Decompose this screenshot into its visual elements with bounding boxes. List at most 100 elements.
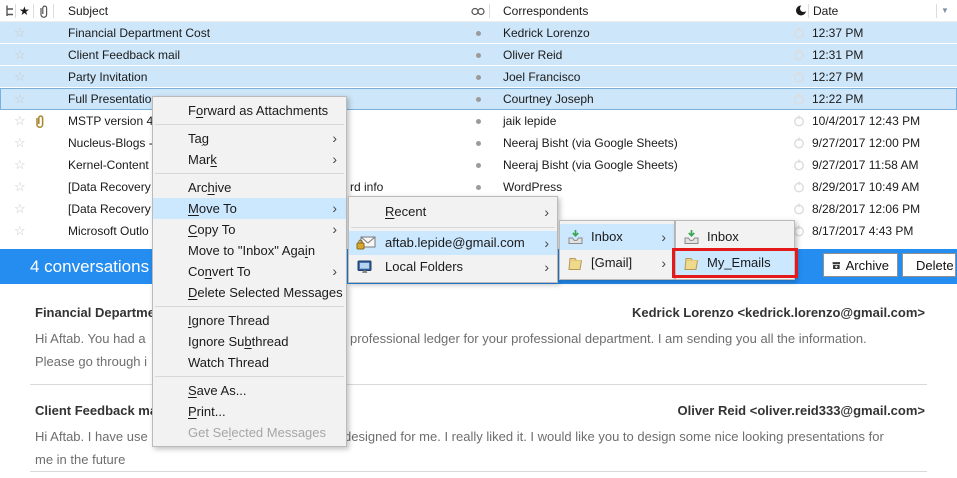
message-correspondent: WordPress: [503, 180, 563, 194]
star-column-icon[interactable]: ★: [19, 0, 30, 22]
menu-item-ignore-thread[interactable]: Ignore Thread: [153, 310, 346, 331]
message-date: 10/4/2017 12:43 PM: [812, 114, 921, 128]
submenu-item-inbox[interactable]: Inbox ›: [560, 224, 674, 250]
menu-item-label: Delete Selected Messages: [188, 285, 343, 300]
star-icon[interactable]: ☆: [14, 22, 26, 44]
menu-item-label: Archive: [188, 180, 232, 195]
menu-item-tag[interactable]: Tag ›: [153, 128, 346, 149]
menu-item-delete-selected-messages[interactable]: Delete Selected Messages: [153, 282, 346, 303]
menu-separator: [351, 227, 555, 228]
attachment-column-icon[interactable]: [37, 4, 50, 19]
message-date: 9/27/2017 11:58 AM: [812, 158, 919, 172]
archive-button[interactable]: Archive: [823, 253, 898, 277]
read-column-icon[interactable]: [795, 4, 808, 17]
submenu-item-local-folders[interactable]: Local Folders ›: [349, 255, 557, 279]
menu-item-forward-as-attachments[interactable]: Forward as Attachments: [153, 100, 346, 121]
message-row-focused[interactable]: ☆ Full Presentation Courtney Joseph 12:2…: [0, 88, 957, 110]
message-row[interactable]: ☆ [Data Recovery rd info WordPress 8/29/…: [0, 176, 957, 198]
snooze-clock-icon: [793, 137, 805, 149]
submenu-arrow-icon: ›: [332, 263, 337, 279]
inbox-folder-icon: [684, 230, 699, 244]
subject-column-header[interactable]: Subject: [68, 0, 108, 22]
context-menu: Forward as Attachments Tag › Mark › Archiv…: [152, 96, 347, 447]
star-icon[interactable]: ☆: [14, 88, 26, 110]
date-column-header[interactable]: Date: [813, 0, 838, 22]
message-subject: MSTP version 4: [68, 114, 154, 128]
submenu-arrow-icon: ›: [544, 204, 549, 220]
message-row[interactable]: ☆ Financial Department Cost Kedrick Lore…: [0, 22, 957, 44]
menu-item-copy-to[interactable]: Copy To ›: [153, 219, 346, 240]
message-subject: [Data Recovery: [68, 180, 151, 194]
preview-sender: Kedrick Lorenzo <kedrick.lorenzo@gmail.c…: [632, 305, 925, 320]
preview-title[interactable]: Client Feedback mail: [35, 403, 164, 418]
correspondents-column-header[interactable]: Correspondents: [503, 0, 588, 22]
preview-body: Hi Aftab. You had a: [35, 331, 146, 346]
message-row[interactable]: ☆ Client Feedback mail Oliver Reid 12:31…: [0, 44, 957, 66]
correspondent-dot-icon: [476, 163, 481, 168]
menu-item-archive[interactable]: Archive: [153, 177, 346, 198]
message-subject: [Data Recovery: [68, 202, 151, 216]
menu-item-move-to-inbox-again[interactable]: Move to "Inbox" Again: [153, 240, 346, 261]
star-icon[interactable]: ☆: [14, 132, 26, 154]
sort-descending-icon[interactable]: ▼: [941, 0, 949, 22]
correspondent-dot-icon: [476, 119, 481, 124]
menu-item-label: Move to "Inbox" Again: [188, 243, 316, 258]
message-row[interactable]: ☆ Party Invitation Joel Francisco 12:27 …: [0, 66, 957, 88]
star-icon[interactable]: ☆: [14, 44, 26, 66]
message-row[interactable]: ☆ Nucleus-Blogs - Neeraj Bisht (via Goog…: [0, 132, 957, 154]
correspondent-dot-icon: [476, 75, 481, 80]
submenu-item-label: Recent: [385, 204, 427, 219]
submenu-item-gmail-account[interactable]: aftab.lepide@gmail.com ›: [349, 231, 557, 255]
message-list-header: ★ Subject Correspondents Date ▼: [0, 0, 957, 22]
correspondent-dot-icon: [476, 185, 481, 190]
star-icon[interactable]: ☆: [14, 110, 26, 132]
message-row[interactable]: ☆ Kernel-Content Neeraj Bisht (via Googl…: [0, 154, 957, 176]
menu-item-move-to[interactable]: Move To ›: [153, 198, 346, 219]
preview-body: professional ledger for your professiona…: [350, 331, 867, 346]
menu-item-print[interactable]: Print...: [153, 401, 346, 422]
message-subject: Full Presentation: [68, 92, 159, 106]
correspondents-column-icon[interactable]: [471, 7, 486, 16]
menu-item-watch-thread[interactable]: Watch Thread: [153, 352, 346, 373]
submenu-item-gmail-folder[interactable]: [Gmail] ›: [560, 250, 674, 276]
menu-item-save-as[interactable]: Save As...: [153, 380, 346, 401]
menu-item-label: Convert To: [188, 264, 251, 279]
menu-item-ignore-subthread[interactable]: Ignore Subthread: [153, 331, 346, 352]
archive-icon: [832, 261, 841, 269]
submenu-item-my-emails[interactable]: My_Emails: [672, 248, 798, 278]
folders-submenu-level1: Inbox › [Gmail] ›: [559, 220, 675, 280]
star-icon[interactable]: ☆: [14, 154, 26, 176]
preview-body: Hi Aftab. I have use: [35, 429, 148, 444]
message-date: 12:27 PM: [812, 70, 864, 84]
message-date: 9/27/2017 12:00 PM: [812, 136, 921, 150]
submenu-item-inbox[interactable]: Inbox: [676, 224, 794, 250]
submenu-item-recent[interactable]: Recent ›: [349, 200, 557, 224]
menu-item-label: Get Selected Messages: [188, 425, 327, 440]
menu-item-mark[interactable]: Mark ›: [153, 149, 346, 170]
submenu-arrow-icon: ›: [332, 200, 337, 216]
star-icon[interactable]: ☆: [14, 220, 26, 242]
message-subject: Kernel-Content: [68, 158, 149, 172]
snooze-clock-icon: [793, 93, 805, 105]
menu-separator: [155, 306, 344, 307]
message-correspondent: Kedrick Lorenzo: [503, 26, 590, 40]
message-row[interactable]: ☆ MSTP version 4 jaik lepide 10/4/2017 1…: [0, 110, 957, 132]
correspondent-dot-icon: [476, 97, 481, 102]
submenu-arrow-icon: ›: [544, 235, 549, 251]
star-icon[interactable]: ☆: [14, 176, 26, 198]
message-date: 12:37 PM: [812, 26, 864, 40]
submenu-item-label: [Gmail]: [591, 255, 633, 270]
attachment-icon: [36, 115, 44, 129]
message-subject: Financial Department Cost: [68, 26, 211, 40]
message-date: 8/28/2017 12:06 PM: [812, 202, 921, 216]
preview-body: designed for me. I really liked it. I wo…: [344, 429, 884, 444]
star-icon[interactable]: ☆: [14, 198, 26, 220]
menu-item-label: Mark: [188, 152, 217, 167]
menu-item-convert-to[interactable]: Convert To ›: [153, 261, 346, 282]
delete-button[interactable]: Delete: [902, 253, 956, 277]
correspondent-dot-icon: [476, 141, 481, 146]
message-date: 8/17/2017 4:43 PM: [812, 224, 914, 238]
menu-item-label: Forward as Attachments: [188, 103, 329, 118]
star-icon[interactable]: ☆: [14, 66, 26, 88]
message-subject: Microsoft Outlo: [68, 224, 149, 238]
